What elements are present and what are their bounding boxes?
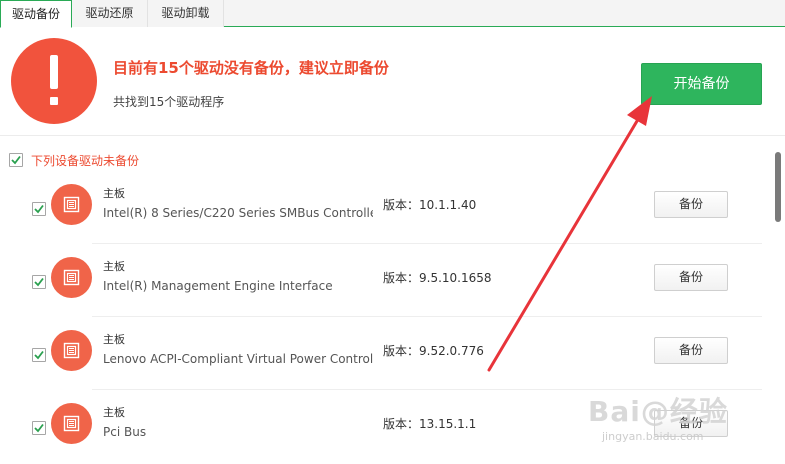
device-category: 主板 bbox=[103, 406, 125, 419]
check-icon bbox=[34, 277, 44, 287]
tab-driver-backup[interactable]: 驱动备份 bbox=[0, 0, 72, 28]
device-name: Pci Bus bbox=[103, 425, 147, 439]
tab-driver-restore[interactable]: 驱动还原 bbox=[72, 0, 148, 27]
scrollbar-thumb[interactable] bbox=[775, 152, 781, 222]
status-header: 目前有15个驱动没有备份，建议立即备份 共找到15个驱动程序 开始备份 bbox=[0, 28, 785, 136]
device-row: 主板 Intel(R) Management Engine Interface … bbox=[0, 244, 770, 317]
device-checkbox[interactable] bbox=[32, 348, 46, 362]
status-title: 目前有15个驱动没有备份，建议立即备份 bbox=[113, 59, 389, 77]
device-name: Intel(R) Management Engine Interface bbox=[103, 279, 333, 293]
device-checkbox[interactable] bbox=[32, 421, 46, 435]
start-backup-button[interactable]: 开始备份 bbox=[641, 63, 762, 105]
backup-button[interactable]: 备份 bbox=[654, 337, 728, 364]
check-icon bbox=[34, 350, 44, 360]
device-name: Intel(R) 8 Series/C220 Series SMBus Cont… bbox=[103, 206, 373, 220]
motherboard-icon bbox=[51, 330, 92, 371]
backup-button[interactable]: 备份 bbox=[654, 264, 728, 291]
tab-driver-uninstall[interactable]: 驱动卸载 bbox=[148, 0, 224, 27]
device-version: 版本：10.1.1.40 bbox=[383, 198, 477, 212]
device-row: 主板 Lenovo ACPI-Compliant Virtual Power C… bbox=[0, 317, 770, 390]
device-category: 主板 bbox=[103, 260, 125, 273]
watermark-logo: Bai@经验 bbox=[588, 395, 728, 428]
check-icon bbox=[34, 204, 44, 214]
section-label: 下列设备驱动未备份 bbox=[31, 154, 140, 168]
device-row: 主板 Intel(R) 8 Series/C220 Series SMBus C… bbox=[0, 171, 770, 244]
device-checkbox[interactable] bbox=[32, 202, 46, 216]
section-checkbox[interactable] bbox=[9, 153, 23, 167]
device-name: Lenovo ACPI-Compliant Virtual Power Cont… bbox=[103, 352, 373, 366]
device-category: 主板 bbox=[103, 333, 125, 346]
device-category: 主板 bbox=[103, 187, 125, 200]
motherboard-icon bbox=[51, 403, 92, 444]
watermark-url: jingyan.baidu.com bbox=[602, 430, 704, 443]
exclamation-icon bbox=[11, 38, 97, 124]
status-subtitle: 共找到15个驱动程序 bbox=[113, 95, 225, 109]
check-icon bbox=[11, 155, 21, 165]
tab-bar: 驱动备份 驱动还原 驱动卸载 bbox=[0, 0, 785, 28]
device-version: 版本：9.5.10.1658 bbox=[383, 271, 492, 285]
device-checkbox[interactable] bbox=[32, 275, 46, 289]
motherboard-icon bbox=[51, 257, 92, 298]
baidu-watermark: Bai@经验 jingyan.baidu.com bbox=[588, 390, 778, 460]
motherboard-icon bbox=[51, 184, 92, 225]
check-icon bbox=[34, 423, 44, 433]
device-version: 版本：13.15.1.1 bbox=[383, 417, 477, 431]
device-version: 版本：9.52.0.776 bbox=[383, 344, 484, 358]
backup-button[interactable]: 备份 bbox=[654, 191, 728, 218]
